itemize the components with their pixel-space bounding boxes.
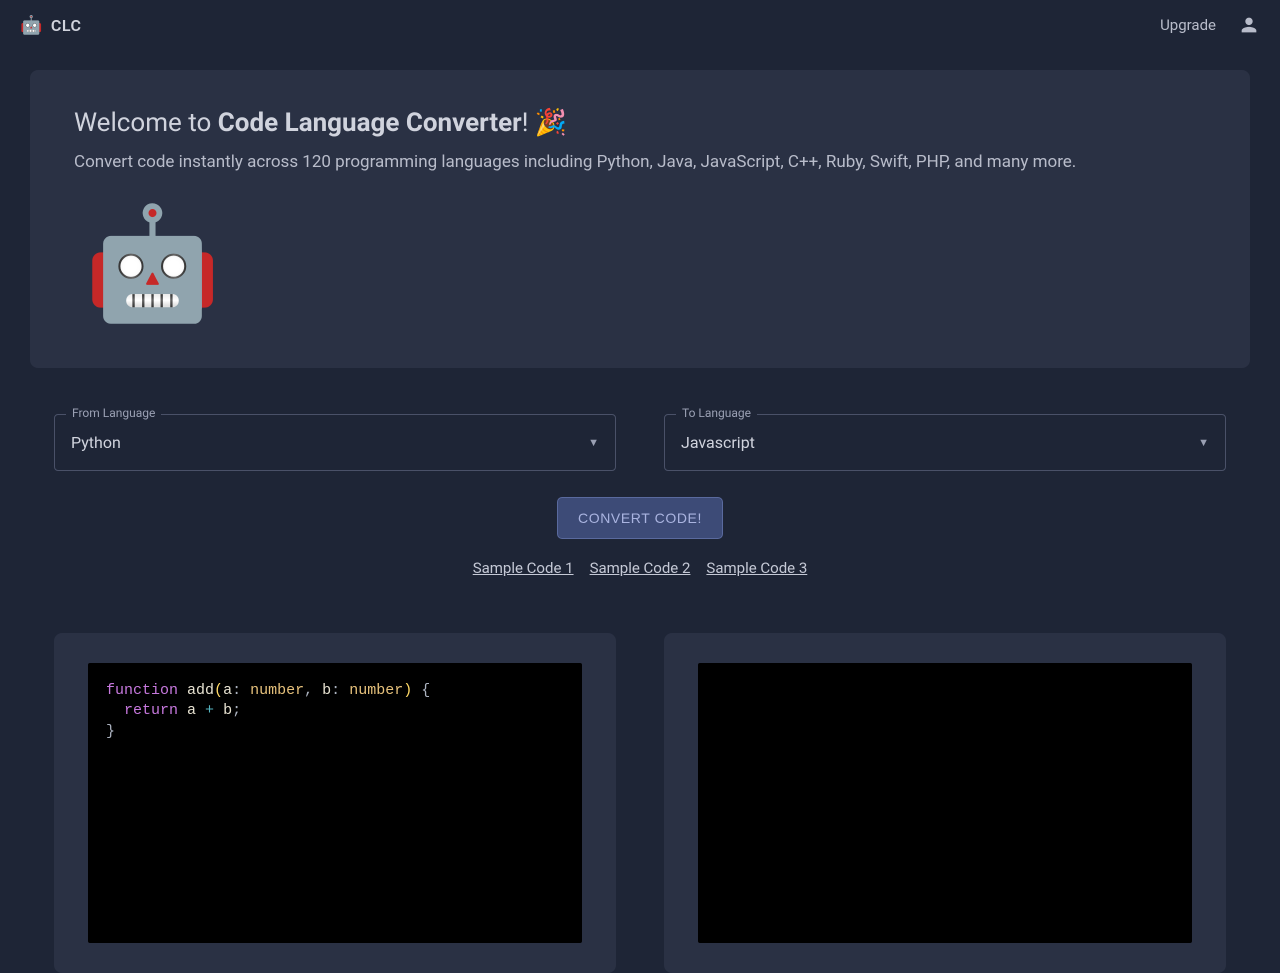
welcome-subtitle: Convert code instantly across 120 progra… <box>74 152 1206 172</box>
to-label: To Language <box>676 406 757 420</box>
sample-code-2-link[interactable]: Sample Code 2 <box>590 559 691 577</box>
sample-links: Sample Code 1 Sample Code 2 Sample Code … <box>30 559 1250 577</box>
code-editors: function add(a: number, b: number) { ret… <box>54 633 1226 973</box>
to-language-select[interactable]: To Language Javascript ▼ <box>664 414 1226 471</box>
title-main: Code Language Converter <box>218 108 522 138</box>
to-value: Javascript <box>681 433 755 452</box>
target-editor-card <box>664 633 1226 973</box>
header-actions: Upgrade <box>1160 14 1260 36</box>
sample-code-1-link[interactable]: Sample Code 1 <box>473 559 574 577</box>
welcome-card: Welcome to Code Language Converter! 🎉 Co… <box>30 70 1250 368</box>
from-select-box[interactable]: Python ▼ <box>54 414 616 471</box>
to-select-box[interactable]: Javascript ▼ <box>664 414 1226 471</box>
language-selects: From Language Python ▼ To Language Javas… <box>54 414 1226 471</box>
from-language-select[interactable]: From Language Python ▼ <box>54 414 616 471</box>
brand-text: CLC <box>51 16 82 35</box>
title-prefix: Welcome to <box>74 108 218 138</box>
sample-code-3-link[interactable]: Sample Code 3 <box>706 559 807 577</box>
title-suffix: ! 🎉 <box>522 108 568 138</box>
chevron-down-icon: ▼ <box>588 436 599 449</box>
person-icon[interactable] <box>1238 14 1260 36</box>
chevron-down-icon: ▼ <box>1198 436 1209 449</box>
header: 🤖 CLC Upgrade <box>0 0 1280 50</box>
source-code-editor[interactable]: function add(a: number, b: number) { ret… <box>88 663 582 943</box>
page-title: Welcome to Code Language Converter! 🎉 <box>74 108 1206 138</box>
from-value: Python <box>71 433 121 452</box>
robot-illustration: 🤖 <box>84 198 1206 330</box>
upgrade-link[interactable]: Upgrade <box>1160 16 1216 34</box>
convert-button[interactable]: CONVERT CODE! <box>557 497 723 539</box>
convert-row: CONVERT CODE! <box>30 497 1250 539</box>
target-code-editor[interactable] <box>698 663 1192 943</box>
brand-logo[interactable]: 🤖 CLC <box>20 15 82 36</box>
source-editor-card: function add(a: number, b: number) { ret… <box>54 633 616 973</box>
main-content: Welcome to Code Language Converter! 🎉 Co… <box>0 50 1280 973</box>
from-label: From Language <box>66 406 161 420</box>
robot-icon: 🤖 <box>20 15 43 36</box>
